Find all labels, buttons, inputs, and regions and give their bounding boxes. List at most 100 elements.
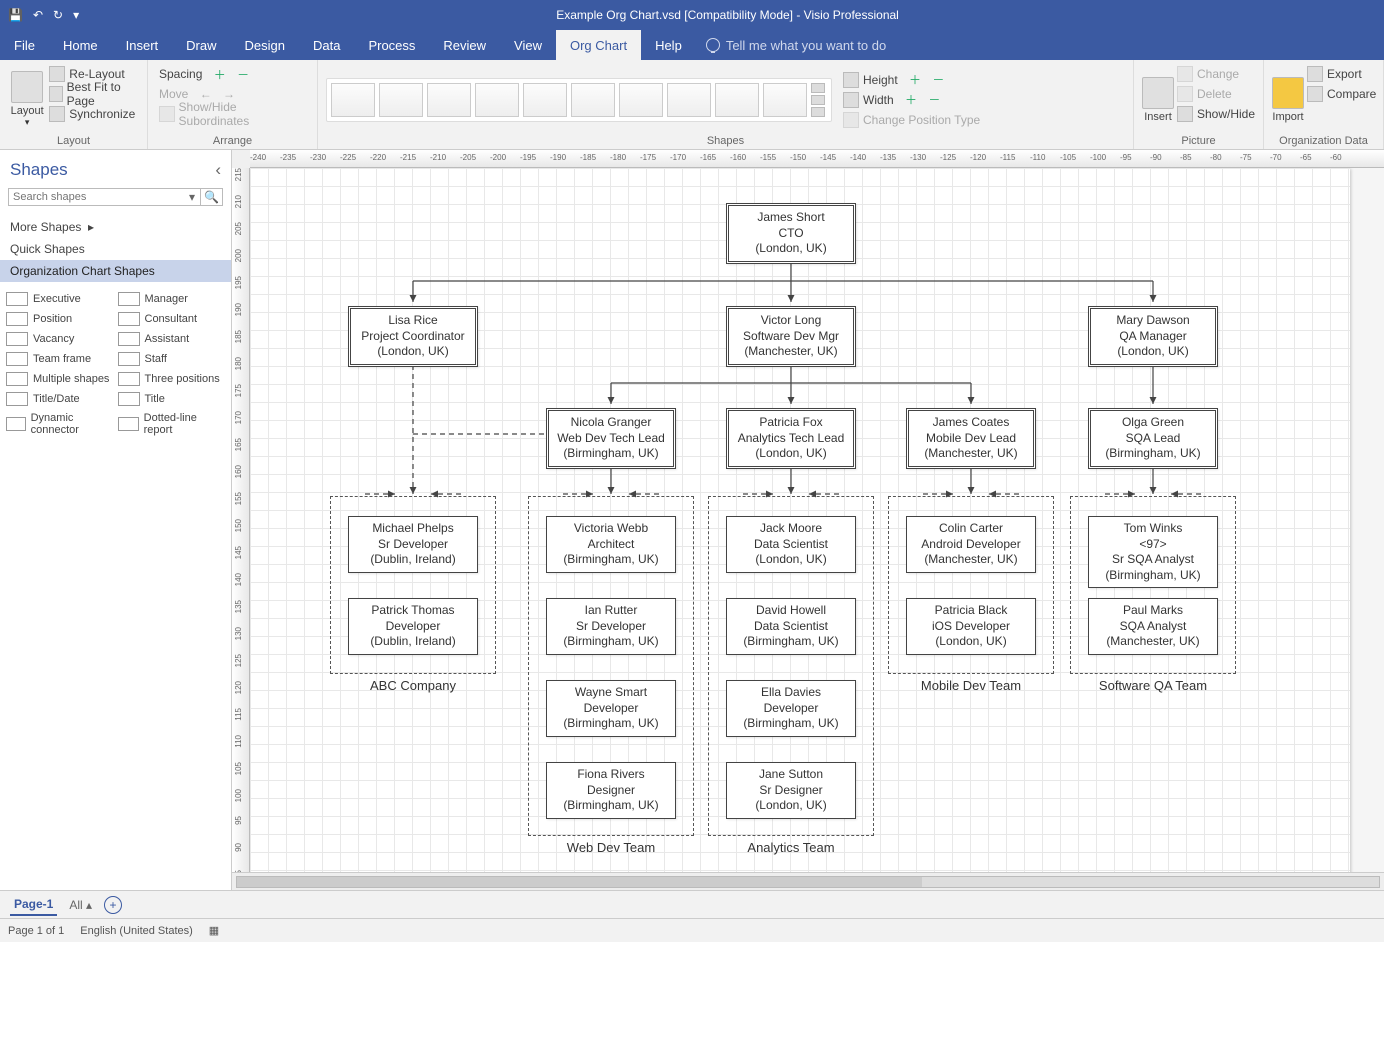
stencil-item[interactable]: Title bbox=[118, 392, 226, 406]
tab-design[interactable]: Design bbox=[231, 30, 299, 60]
tab-data[interactable]: Data bbox=[299, 30, 354, 60]
save-icon[interactable]: 💾 bbox=[8, 8, 23, 22]
node-olga[interactable]: Olga GreenSQA Lead(Birmingham, UK) bbox=[1088, 408, 1218, 469]
tab-orgchart[interactable]: Org Chart bbox=[556, 30, 641, 60]
tab-file[interactable]: File bbox=[0, 30, 49, 60]
node-victor[interactable]: Victor LongSoftware Dev Mgr(Manchester, … bbox=[726, 306, 856, 367]
tell-me[interactable]: Tell me what you want to do bbox=[706, 30, 886, 60]
search-shapes[interactable]: ▾ 🔍 bbox=[8, 188, 223, 206]
pos-jack[interactable]: Jack MooreData Scientist(London, UK) bbox=[726, 516, 856, 573]
gallery-item[interactable] bbox=[715, 83, 759, 117]
gallery-item[interactable] bbox=[379, 83, 423, 117]
gallery-item[interactable] bbox=[523, 83, 567, 117]
spacing-button[interactable]: Spacing ＋ － bbox=[156, 64, 309, 84]
sync-button[interactable]: Synchronize bbox=[46, 104, 139, 124]
pos-patricia-b[interactable]: Patricia BlackiOS Developer(London, UK) bbox=[906, 598, 1036, 655]
ruler-horizontal: -240-235-230-225-220-215-210-205-200-195… bbox=[250, 150, 1384, 168]
node-lisa[interactable]: Lisa RiceProject Coordinator(London, UK) bbox=[348, 306, 478, 367]
tab-review[interactable]: Review bbox=[429, 30, 500, 60]
pos-colin[interactable]: Colin CarterAndroid Developer(Manchester… bbox=[906, 516, 1036, 573]
tab-home[interactable]: Home bbox=[49, 30, 112, 60]
showhide-sub-button[interactable]: Show/Hide Subordinates bbox=[156, 104, 309, 124]
gallery-down-icon[interactable] bbox=[811, 95, 825, 105]
add-page-icon[interactable]: + bbox=[104, 896, 122, 914]
export-button[interactable]: Export bbox=[1304, 64, 1379, 84]
search-input[interactable] bbox=[9, 189, 184, 205]
gallery-item[interactable] bbox=[571, 83, 615, 117]
stencil-item[interactable]: Team frame bbox=[6, 352, 114, 366]
page-tab-1[interactable]: Page-1 bbox=[10, 894, 57, 916]
window-title: Example Org Chart.vsd [Compatibility Mod… bbox=[79, 8, 1376, 22]
pos-jane[interactable]: Jane SuttonSr Designer(London, UK) bbox=[726, 762, 856, 819]
stencil-item[interactable]: Title/Date bbox=[6, 392, 114, 406]
gallery-item[interactable] bbox=[475, 83, 519, 117]
search-icon[interactable]: 🔍 bbox=[200, 189, 222, 205]
stencil-item[interactable]: Three positions bbox=[118, 372, 226, 386]
pos-tom[interactable]: Tom Winks<97>Sr SQA Analyst(Birmingham, … bbox=[1088, 516, 1218, 588]
pos-ella[interactable]: Ella DaviesDeveloper(Birmingham, UK) bbox=[726, 680, 856, 737]
pos-ian[interactable]: Ian RutterSr Developer(Birmingham, UK) bbox=[546, 598, 676, 655]
layout-button[interactable]: Layout▾ bbox=[8, 64, 46, 135]
change-pos-button[interactable]: Change Position Type bbox=[840, 110, 983, 130]
tab-process[interactable]: Process bbox=[354, 30, 429, 60]
pos-paul[interactable]: Paul MarksSQA Analyst(Manchester, UK) bbox=[1088, 598, 1218, 655]
search-dropdown-icon[interactable]: ▾ bbox=[184, 189, 200, 205]
tab-view[interactable]: View bbox=[500, 30, 556, 60]
gallery-item[interactable] bbox=[619, 83, 663, 117]
node-james-c[interactable]: James CoatesMobile Dev Lead(Manchester, … bbox=[906, 408, 1036, 469]
import-button[interactable]: Import bbox=[1272, 64, 1304, 135]
stencil-item[interactable]: Staff bbox=[118, 352, 226, 366]
tab-insert[interactable]: Insert bbox=[112, 30, 173, 60]
org-chart-shapes[interactable]: Organization Chart Shapes bbox=[0, 260, 231, 282]
tab-help[interactable]: Help bbox=[641, 30, 696, 60]
pos-patrick[interactable]: Patrick ThomasDeveloper(Dublin, Ireland) bbox=[348, 598, 478, 655]
compare-button[interactable]: Compare bbox=[1304, 84, 1379, 104]
collapse-icon[interactable]: ‹ bbox=[215, 160, 221, 180]
macro-icon[interactable]: ▦ bbox=[209, 924, 219, 937]
stencil-item[interactable]: Dynamic connector bbox=[6, 412, 114, 436]
status-page: Page 1 of 1 bbox=[8, 925, 64, 937]
gallery-item[interactable] bbox=[331, 83, 375, 117]
node-cto[interactable]: James ShortCTO(London, UK) bbox=[726, 203, 856, 264]
stencil-item[interactable]: Assistant bbox=[118, 332, 226, 346]
pos-david[interactable]: David HowellData Scientist(Birmingham, U… bbox=[726, 598, 856, 655]
label-abc: ABC Company bbox=[330, 678, 496, 693]
change-pic-button[interactable]: Change bbox=[1174, 64, 1258, 84]
bulb-icon bbox=[706, 38, 720, 52]
canvas[interactable]: James ShortCTO(London, UK) Lisa RiceProj… bbox=[250, 168, 1384, 872]
tab-draw[interactable]: Draw bbox=[172, 30, 230, 60]
shape-gallery[interactable] bbox=[326, 78, 832, 122]
stencil-item[interactable]: Executive bbox=[6, 292, 114, 306]
gallery-item[interactable] bbox=[763, 83, 807, 117]
delete-pic-button[interactable]: Delete bbox=[1174, 84, 1258, 104]
pos-michael[interactable]: Michael PhelpsSr Developer(Dublin, Irela… bbox=[348, 516, 478, 573]
gallery-item[interactable] bbox=[667, 83, 711, 117]
drawing-page[interactable]: James ShortCTO(London, UK) Lisa RiceProj… bbox=[250, 168, 1350, 872]
stencil-item[interactable]: Position bbox=[6, 312, 114, 326]
node-nicola[interactable]: Nicola GrangerWeb Dev Tech Lead(Birmingh… bbox=[546, 408, 676, 469]
pos-victoria[interactable]: Victoria WebbArchitect(Birmingham, UK) bbox=[546, 516, 676, 573]
gallery-up-icon[interactable] bbox=[811, 83, 825, 93]
insert-pic-button[interactable]: Insert bbox=[1142, 64, 1174, 135]
undo-icon[interactable]: ↶ bbox=[33, 8, 43, 22]
gallery-item[interactable] bbox=[427, 83, 471, 117]
stencil-item[interactable]: Multiple shapes bbox=[6, 372, 114, 386]
pos-fiona[interactable]: Fiona RiversDesigner(Birmingham, UK) bbox=[546, 762, 676, 819]
stencil-item[interactable]: Consultant bbox=[118, 312, 226, 326]
node-patricia[interactable]: Patricia FoxAnalytics Tech Lead(London, … bbox=[726, 408, 856, 469]
bestfit-button[interactable]: Best Fit to Page bbox=[46, 84, 139, 104]
h-scrollbar[interactable] bbox=[232, 872, 1384, 890]
all-pages[interactable]: All ▴ bbox=[69, 898, 92, 912]
height-button[interactable]: Height ＋ － bbox=[840, 70, 983, 90]
quick-shapes[interactable]: Quick Shapes bbox=[0, 238, 231, 260]
pos-wayne[interactable]: Wayne SmartDeveloper(Birmingham, UK) bbox=[546, 680, 676, 737]
stencil-item[interactable]: Manager bbox=[118, 292, 226, 306]
more-shapes[interactable]: More Shapes ▸ bbox=[0, 216, 231, 238]
stencil-item[interactable]: Dotted-line report bbox=[118, 412, 226, 436]
node-mary[interactable]: Mary DawsonQA Manager(London, UK) bbox=[1088, 306, 1218, 367]
redo-icon[interactable]: ↻ bbox=[53, 8, 63, 22]
showhide-pic-button[interactable]: Show/Hide bbox=[1174, 104, 1258, 124]
stencil-item[interactable]: Vacancy bbox=[6, 332, 114, 346]
gallery-more-icon[interactable] bbox=[811, 107, 825, 117]
width-button[interactable]: Width ＋ － bbox=[840, 90, 983, 110]
